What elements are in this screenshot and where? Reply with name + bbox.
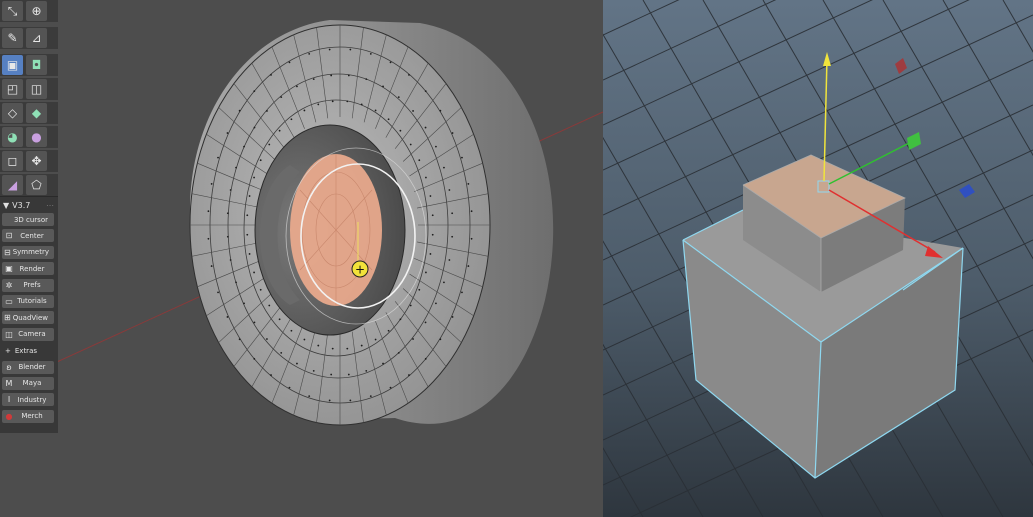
svg-text:+: + <box>355 263 365 277</box>
panel-button-label: Render <box>19 264 45 273</box>
bevel-icon[interactable]: ◰ <box>2 79 23 99</box>
panel-button-camera[interactable]: ◫ Camera <box>2 327 54 341</box>
panel-button-icon: ⊞ <box>4 313 11 323</box>
drag-handle-icon[interactable]: ⋯ <box>46 201 54 210</box>
panel-link-icon: M <box>5 378 13 388</box>
smooth-icon[interactable]: ● <box>26 127 47 147</box>
panel-link-label: Blender <box>18 363 46 372</box>
panel-link-icon: I <box>7 395 11 405</box>
extras-label[interactable]: + Extras <box>2 344 54 357</box>
panel-button-center[interactable]: ⊡ Center <box>2 229 54 243</box>
panel-version: V3.7 <box>12 200 31 210</box>
panel-button-render[interactable]: ▣ Render <box>2 262 54 276</box>
edge-slide-icon[interactable]: ◻ <box>2 151 23 171</box>
shear-icon[interactable]: ◢ <box>2 175 23 195</box>
z-axis-square-icon <box>907 132 921 150</box>
spin-icon[interactable]: ◕ <box>2 127 23 147</box>
panel-button-label: Prefs <box>23 281 41 290</box>
panel-link-icon: ʚ <box>6 362 12 372</box>
panel-button-icon: ⊟ <box>4 247 11 257</box>
poly-build-icon[interactable]: ◆ <box>26 103 47 123</box>
cylinder-mesh-render: + <box>0 20 603 426</box>
loop-cut-icon[interactable]: ◫ <box>26 79 47 99</box>
red-plane-handle-icon <box>895 58 907 74</box>
panel-button-3d-cursor[interactable]: 3D cursor <box>2 213 54 226</box>
cube-scene-render <box>603 0 1033 517</box>
z-axis-handle <box>828 139 916 185</box>
extrude-icon[interactable]: ▣ <box>2 55 23 75</box>
panel-button-tutorials[interactable]: ▭ Tutorials <box>2 294 54 308</box>
panel-button-icon: ⊡ <box>5 231 13 241</box>
panel-header[interactable]: ▼ V3.7 ⋯ <box>0 197 58 213</box>
panel-button-icon: ▣ <box>5 264 13 274</box>
panel-button-quadview[interactable]: ⊞ QuadView <box>2 311 54 325</box>
annotate-icon[interactable]: ✎ <box>2 28 23 48</box>
shrink-fatten-icon[interactable]: ✥ <box>26 151 47 171</box>
panel-link-icon: ● <box>5 411 13 421</box>
panel-button-label: 3D cursor <box>13 215 48 224</box>
right-3d-viewport[interactable] <box>603 0 1033 517</box>
panel-link-label: Industry <box>17 395 47 404</box>
panel-link-label: Maya <box>22 379 42 388</box>
panel-button-label: Symmetry <box>12 248 49 257</box>
panel-link-maya[interactable]: M Maya <box>2 376 54 390</box>
panel-link-merch[interactable]: ● Merch <box>2 409 54 423</box>
panel-link-blender[interactable]: ʚ Blender <box>2 360 54 374</box>
scale-icon[interactable]: ⤡ <box>2 1 23 21</box>
plus-icon: + <box>5 346 11 355</box>
panel-button-icon: ✲ <box>5 280 13 290</box>
addon-panel: ▼ V3.7 ⋯ 3D cursor ⊡ Center ⊟ Symmetry ▣ Rende… <box>0 196 58 433</box>
rip-region-icon[interactable]: ⬠ <box>26 175 47 195</box>
knife-icon[interactable]: ◇ <box>2 103 23 123</box>
panel-link-label: Merch <box>21 412 43 421</box>
panel-link-industry[interactable]: I Industry <box>2 393 54 407</box>
panel-button-icon: ◫ <box>5 329 13 339</box>
panel-button-label: Tutorials <box>17 297 47 306</box>
y-axis-arrow-icon <box>823 52 831 66</box>
panel-button-label: QuadView <box>12 313 48 322</box>
panel-button-label: Camera <box>18 330 46 339</box>
panel-button-symmetry[interactable]: ⊟ Symmetry <box>2 245 54 259</box>
collapse-triangle-icon[interactable]: ▼ <box>3 201 9 210</box>
tool-shelf: ⤡ ⊕ ✎ ⊿ ▣ ◘ ◰ ◫ ◇ ◆ ◕ ● ◻ ✥ ◢ ⬠ <box>0 0 58 198</box>
transform-icon[interactable]: ⊕ <box>26 1 47 21</box>
left-3d-viewport[interactable]: + ⤡ ⊕ ✎ ⊿ ▣ ◘ ◰ ◫ ◇ ◆ ◕ ● ◻ ✥ ◢ ⬠ ▼ V3.7… <box>0 0 603 517</box>
blue-plane-handle-icon <box>959 184 975 198</box>
panel-button-icon: ▭ <box>5 296 13 306</box>
panel-button-prefs[interactable]: ✲ Prefs <box>2 278 54 292</box>
panel-button-label: Center <box>20 231 44 240</box>
measure-icon[interactable]: ⊿ <box>26 28 47 48</box>
inset-icon[interactable]: ◘ <box>26 55 47 75</box>
